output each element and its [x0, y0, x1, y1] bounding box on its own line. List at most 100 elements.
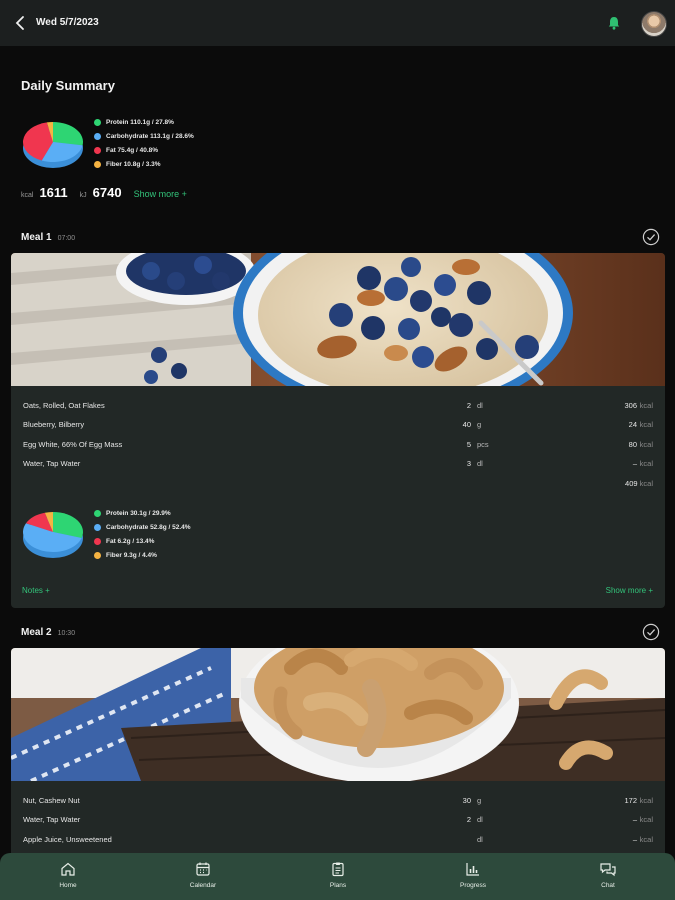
- item-quantity: 5: [466, 440, 471, 449]
- daily-macro-pie-chart: [23, 122, 83, 168]
- item-kcal-unit: kcal: [639, 835, 653, 844]
- back-arrow-icon[interactable]: [12, 14, 30, 32]
- legend-fat: Fat 6.2g / 13.4%: [94, 536, 191, 547]
- bottom-navigation: Home Calendar Plans Progress Chat: [0, 853, 675, 900]
- meal-2-card: Nut, Cashew Nut 30 g 172 kcal Water, Tap…: [11, 648, 665, 858]
- meal-title: Meal 2: [21, 627, 52, 638]
- legend-carbohydrate: Carbohydrate 113.1g / 28.6%: [94, 131, 194, 142]
- carbohydrate-dot-icon: [94, 133, 101, 140]
- kj-unit-label: kJ: [79, 192, 87, 199]
- item-kcal-unit: kcal: [639, 459, 653, 468]
- current-date[interactable]: Wed 5/7/2023: [36, 17, 99, 28]
- energy-totals: kcal 1611 kJ 6740 Show more +: [21, 185, 187, 200]
- item-quantity: 2: [466, 401, 471, 410]
- item-unit: dl: [477, 815, 483, 824]
- item-kcal: –: [632, 459, 637, 468]
- meal-2-header: Meal 2 10:30: [21, 627, 75, 638]
- meal-1-check-icon[interactable]: [642, 228, 660, 246]
- meal-time: 10:30: [57, 630, 76, 637]
- item-kcal-unit: kcal: [639, 420, 653, 429]
- item-name: Water, Tap Water: [23, 815, 81, 824]
- item-quantity: 2: [466, 815, 471, 824]
- bell-icon[interactable]: [606, 15, 622, 31]
- item-unit: dl: [477, 401, 483, 410]
- item-unit: g: [477, 420, 482, 429]
- item-quantity: 3: [466, 459, 471, 468]
- legend-label: Carbohydrate 113.1g / 28.6%: [106, 133, 194, 140]
- nav-chat[interactable]: Chat: [568, 861, 648, 889]
- fat-dot-icon: [94, 147, 101, 154]
- meal-1-macro-pie-chart: [22, 512, 83, 558]
- meal-1-card: Oats, Rolled, Oat Flakes 2 dl 306 kcal B…: [11, 253, 665, 608]
- item-name: Nut, Cashew Nut: [23, 796, 80, 805]
- pie-slice-protein: [53, 122, 83, 146]
- item-kcal-unit: kcal: [639, 401, 653, 410]
- item-quantity: 30: [462, 796, 471, 805]
- item-quantity: 40: [462, 420, 471, 429]
- meal-2-item-row[interactable]: Apple Juice, Unsweetened dl – kcal: [11, 832, 665, 848]
- item-kcal: 80: [628, 440, 637, 449]
- protein-dot-icon: [94, 510, 101, 517]
- legend-label: Protein 30.1g / 29.9%: [106, 510, 171, 517]
- summary-show-more-link[interactable]: Show more +: [134, 189, 187, 199]
- chart-icon: [466, 863, 479, 876]
- meal-1-header: Meal 1 07:00: [21, 232, 75, 243]
- legend-label: Protein 110.1g / 27.8%: [106, 119, 174, 126]
- nav-label: Progress: [459, 882, 486, 889]
- chat-icon: [600, 863, 616, 877]
- item-unit: dl: [477, 459, 483, 468]
- meal-2-item-row[interactable]: Water, Tap Water 2 dl – kcal: [11, 812, 665, 828]
- calendar-icon: [196, 862, 210, 876]
- meal-1-total: 409 kcal: [625, 479, 653, 488]
- clipboard-icon: [332, 862, 344, 877]
- meal-1-item-row[interactable]: Egg White, 66% Of Egg Mass 5 pcs 80 kcal: [11, 437, 665, 453]
- item-unit: dl: [477, 835, 483, 844]
- kj-value: 6740: [92, 185, 122, 200]
- item-kcal-unit: kcal: [639, 815, 653, 824]
- item-kcal: 172: [624, 796, 637, 805]
- oatmeal-photo: [11, 253, 665, 386]
- item-name: Blueberry, Bilberry: [23, 420, 85, 429]
- item-unit: pcs: [477, 440, 489, 449]
- item-name: Water, Tap Water: [23, 459, 81, 468]
- meal-1-show-more-link[interactable]: Show more +: [606, 586, 653, 595]
- legend-label: Fat 6.2g / 13.4%: [106, 538, 155, 545]
- meal-1-item-row[interactable]: Water, Tap Water 3 dl – kcal: [11, 456, 665, 472]
- item-name: Oats, Rolled, Oat Flakes: [23, 401, 105, 410]
- item-kcal: 306: [624, 401, 637, 410]
- nav-label: Home: [59, 882, 77, 889]
- fat-dot-icon: [94, 538, 101, 545]
- daily-summary-title: Daily Summary: [21, 78, 115, 93]
- home-icon: [61, 862, 75, 876]
- item-kcal-unit: kcal: [639, 796, 653, 805]
- meal-time: 07:00: [57, 235, 76, 242]
- nav-label: Plans: [329, 882, 347, 889]
- nav-label: Chat: [601, 882, 615, 889]
- item-unit: g: [477, 796, 482, 805]
- item-name: Egg White, 66% Of Egg Mass: [23, 440, 123, 449]
- nav-home[interactable]: Home: [28, 861, 108, 889]
- nav-progress[interactable]: Progress: [433, 861, 513, 889]
- legend-protein: Protein 30.1g / 29.9%: [94, 508, 191, 519]
- meal-1-item-row[interactable]: Oats, Rolled, Oat Flakes 2 dl 306 kcal: [11, 398, 665, 414]
- legend-fiber: Fiber 10.8g / 3.3%: [94, 159, 194, 170]
- meal-1-macro-legend: Protein 30.1g / 29.9% Carbohydrate 52.8g…: [94, 508, 191, 561]
- kcal-unit-label: kcal: [21, 192, 34, 199]
- fiber-dot-icon: [94, 552, 101, 559]
- meal-1-item-row[interactable]: Blueberry, Bilberry 40 g 24 kcal: [11, 417, 665, 433]
- meal-2-check-icon[interactable]: [642, 623, 660, 641]
- user-avatar[interactable]: [641, 11, 667, 37]
- fiber-dot-icon: [94, 161, 101, 168]
- legend-protein: Protein 110.1g / 27.8%: [94, 117, 194, 128]
- meal-2-item-row[interactable]: Nut, Cashew Nut 30 g 172 kcal: [11, 793, 665, 809]
- legend-fat: Fat 75.4g / 40.8%: [94, 145, 194, 156]
- meal-1-notes-link[interactable]: Notes +: [22, 586, 50, 595]
- nav-plans[interactable]: Plans: [298, 861, 378, 889]
- carbohydrate-dot-icon: [94, 524, 101, 531]
- item-kcal: –: [632, 835, 637, 844]
- nav-calendar[interactable]: Calendar: [163, 861, 243, 889]
- item-kcal: –: [632, 815, 637, 824]
- kcal-value: 1611: [39, 185, 68, 200]
- legend-label: Fiber 10.8g / 3.3%: [106, 161, 161, 168]
- legend-label: Carbohydrate 52.8g / 52.4%: [106, 524, 191, 531]
